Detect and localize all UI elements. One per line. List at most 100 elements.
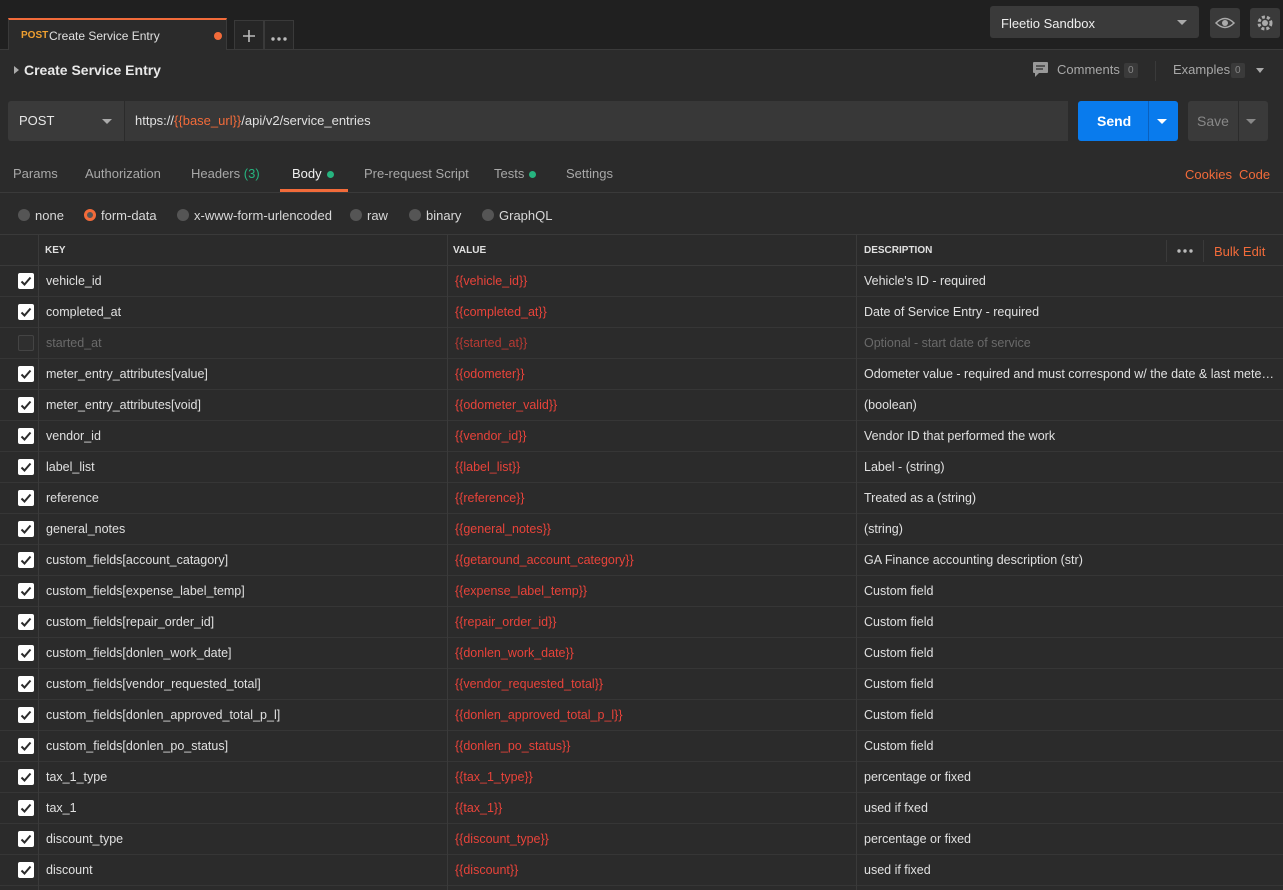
key-cell[interactable]: vehicle_id (46, 274, 102, 288)
value-cell[interactable]: {{donlen_approved_total_p_l}} (455, 708, 623, 722)
bulk-edit-link[interactable]: Bulk Edit (1214, 244, 1265, 259)
radio-button[interactable] (177, 209, 189, 221)
description-cell[interactable]: percentage or fixed (864, 832, 1274, 846)
row-checkbox[interactable] (18, 304, 34, 320)
row-checkbox[interactable] (18, 335, 34, 351)
key-cell[interactable]: discount_type (46, 832, 123, 846)
new-tab-button[interactable] (234, 20, 264, 50)
description-cell[interactable]: (boolean) (864, 398, 1274, 412)
chevron-down-icon[interactable] (1256, 68, 1264, 73)
row-checkbox[interactable] (18, 366, 34, 382)
row-checkbox[interactable] (18, 490, 34, 506)
radio-button[interactable] (350, 209, 362, 221)
row-checkbox[interactable] (18, 676, 34, 692)
key-cell[interactable]: custom_fields[donlen_work_date] (46, 646, 232, 660)
more-icon[interactable] (1177, 249, 1193, 253)
environment-select[interactable]: Fleetio Sandbox (990, 6, 1199, 38)
key-cell[interactable]: meter_entry_attributes[value] (46, 367, 208, 381)
value-cell[interactable]: {{general_notes}} (455, 522, 551, 536)
examples-link[interactable]: Examples (1173, 62, 1230, 77)
environment-quick-look-button[interactable] (1210, 8, 1240, 38)
key-cell[interactable]: custom_fields[donlen_approved_total_p_l] (46, 708, 280, 722)
key-cell[interactable]: tax_1 (46, 801, 77, 815)
value-cell[interactable]: {{donlen_work_date}} (455, 646, 574, 660)
value-cell[interactable]: {{discount}} (455, 863, 518, 877)
key-cell[interactable]: custom_fields[account_catagory] (46, 553, 228, 567)
description-cell[interactable]: used if fixed (864, 863, 1274, 877)
value-cell[interactable]: {{reference}} (455, 491, 525, 505)
description-cell[interactable]: Vendor ID that performed the work (864, 429, 1274, 443)
tab-tests[interactable]: Tests (494, 166, 537, 181)
key-cell[interactable]: custom_fields[vendor_requested_total] (46, 677, 261, 691)
row-checkbox[interactable] (18, 397, 34, 413)
value-cell[interactable]: {{label_list}} (455, 460, 520, 474)
tab-prerequest-script[interactable]: Pre-request Script (364, 166, 469, 181)
key-cell[interactable]: discount (46, 863, 93, 877)
value-cell[interactable]: {{discount_type}} (455, 832, 549, 846)
row-checkbox[interactable] (18, 769, 34, 785)
description-cell[interactable]: Date of Service Entry - required (864, 305, 1274, 319)
radio-button[interactable] (84, 209, 96, 221)
description-cell[interactable]: Vehicle's ID - required (864, 274, 1274, 288)
description-cell[interactable]: Odometer value - required and must corre… (864, 367, 1274, 381)
url-input[interactable]: https://{{base_url}}/api/v2/service_entr… (124, 101, 1068, 141)
key-cell[interactable]: completed_at (46, 305, 121, 319)
tab-params[interactable]: Params (13, 166, 58, 181)
value-cell[interactable]: {{getaround_account_category}} (455, 553, 634, 567)
description-cell[interactable]: used if fxed (864, 801, 1274, 815)
description-cell[interactable]: Optional - start date of service (864, 336, 1274, 350)
row-checkbox[interactable] (18, 428, 34, 444)
request-tab[interactable]: POST Create Service Entry (8, 18, 227, 50)
description-cell[interactable]: Custom field (864, 677, 1274, 691)
row-checkbox[interactable] (18, 800, 34, 816)
environment-settings-button[interactable] (1250, 8, 1280, 38)
code-link[interactable]: Code (1239, 167, 1270, 182)
description-cell[interactable]: percentage or fixed (864, 770, 1274, 784)
value-cell[interactable]: {{repair_order_id}} (455, 615, 556, 629)
value-cell[interactable]: {{tax_1_type}} (455, 770, 533, 784)
send-button[interactable]: Send (1078, 101, 1178, 141)
key-cell[interactable]: meter_entry_attributes[void] (46, 398, 201, 412)
save-options-chevron-icon[interactable] (1246, 119, 1256, 124)
key-cell[interactable]: custom_fields[repair_order_id] (46, 615, 214, 629)
row-checkbox[interactable] (18, 707, 34, 723)
row-checkbox[interactable] (18, 831, 34, 847)
value-cell[interactable]: {{vehicle_id}} (455, 274, 527, 288)
tab-headers[interactable]: Headers (3) (191, 166, 260, 181)
description-cell[interactable]: Custom field (864, 584, 1274, 598)
tab-settings[interactable]: Settings (566, 166, 613, 181)
description-cell[interactable]: Treated as a (string) (864, 491, 1274, 505)
tab-authorization[interactable]: Authorization (85, 166, 161, 181)
request-title[interactable]: Create Service Entry (24, 62, 161, 78)
key-cell[interactable]: custom_fields[expense_label_temp] (46, 584, 245, 598)
description-cell[interactable]: Custom field (864, 646, 1274, 660)
send-options-chevron-icon[interactable] (1157, 119, 1167, 124)
description-cell[interactable]: Custom field (864, 739, 1274, 753)
value-cell[interactable]: {{vendor_requested_total}} (455, 677, 603, 691)
row-checkbox[interactable] (18, 521, 34, 537)
row-checkbox[interactable] (18, 273, 34, 289)
row-checkbox[interactable] (18, 862, 34, 878)
value-cell[interactable]: {{donlen_po_status}} (455, 739, 570, 753)
radio-button[interactable] (18, 209, 30, 221)
description-cell[interactable]: Custom field (864, 615, 1274, 629)
row-checkbox[interactable] (18, 583, 34, 599)
description-cell[interactable]: (string) (864, 522, 1274, 536)
row-checkbox[interactable] (18, 614, 34, 630)
description-cell[interactable]: Label - (string) (864, 460, 1274, 474)
key-cell[interactable]: general_notes (46, 522, 125, 536)
row-checkbox[interactable] (18, 738, 34, 754)
value-cell[interactable]: {{expense_label_temp}} (455, 584, 587, 598)
description-cell[interactable]: GA Finance accounting description (str) (864, 553, 1274, 567)
comments-link[interactable]: Comments (1057, 62, 1120, 77)
value-cell[interactable]: {{tax_1}} (455, 801, 502, 815)
radio-button[interactable] (409, 209, 421, 221)
value-cell[interactable]: {{started_at}} (455, 336, 527, 350)
description-cell[interactable]: Custom field (864, 708, 1274, 722)
radio-button[interactable] (482, 209, 494, 221)
tab-options-button[interactable] (264, 20, 294, 50)
key-cell[interactable]: started_at (46, 336, 102, 350)
value-cell[interactable]: {{vendor_id}} (455, 429, 527, 443)
key-cell[interactable]: reference (46, 491, 99, 505)
cookies-link[interactable]: Cookies (1185, 167, 1232, 182)
